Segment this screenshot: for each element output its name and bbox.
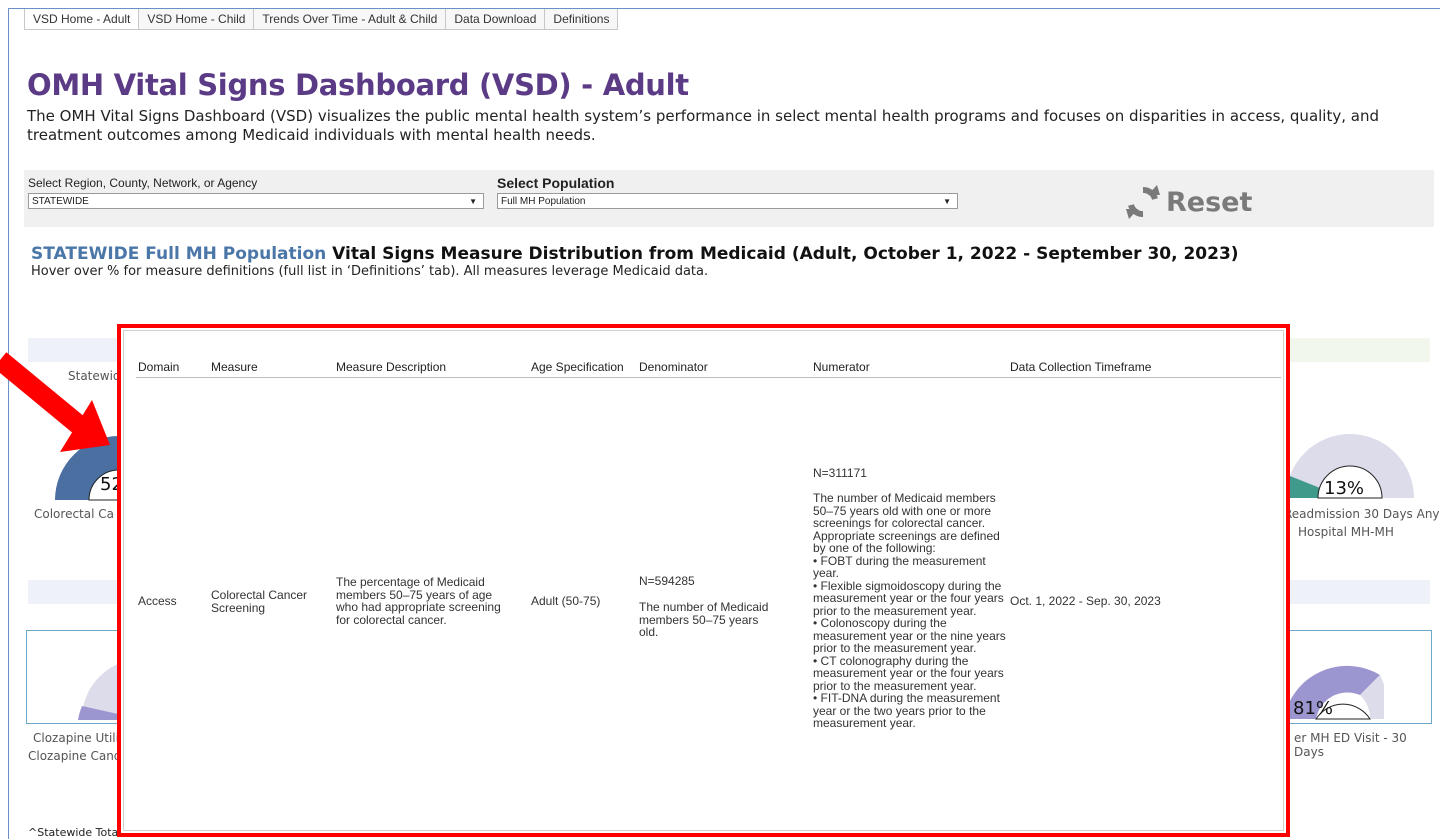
gauge-clozapine-label-2: Clozapine Cand xyxy=(28,749,122,763)
population-select[interactable]: Full MH Population ▼ xyxy=(497,193,958,209)
cell-numerator-n: N=311171 xyxy=(813,466,867,480)
chevron-down-icon: ▼ xyxy=(469,197,477,206)
gauge-readmission-value[interactable]: 13% xyxy=(1324,478,1364,499)
reset-button[interactable]: Reset xyxy=(1124,185,1252,219)
section-title: STATEWIDE Full MH Population Vital Signs… xyxy=(31,244,1239,264)
cell-denominator-text: The number of Medicaid members 50–75 yea… xyxy=(639,600,769,639)
tab-vsd-home-child[interactable]: VSD Home - Child xyxy=(139,9,255,29)
gauge-colorectal-label: Colorectal Ca xyxy=(34,507,114,521)
header-numerator: Numerator xyxy=(813,360,870,374)
measure-definition-tooltip: Domain Measure Measure Description Age S… xyxy=(117,324,1290,837)
tab-trends-over-time[interactable]: Trends Over Time - Adult & Child xyxy=(254,9,447,29)
tab-bar: VSD Home - Adult VSD Home - Child Trends… xyxy=(24,9,619,30)
cell-denominator-n: N=594285 xyxy=(639,574,695,588)
gauge-ed-visit-label: er MH ED Visit - 30 Days xyxy=(1294,731,1407,759)
domain-band-1-right xyxy=(1280,338,1430,362)
region-filter-label: Select Region, County, Network, or Agenc… xyxy=(28,176,258,190)
header-denominator: Denominator xyxy=(639,360,708,374)
cell-domain: Access xyxy=(138,594,177,608)
gauge-clozapine[interactable] xyxy=(78,660,118,722)
gauge-readmission-label-2: Hospital MH-MH xyxy=(1298,525,1394,539)
cell-measure: Colorectal Cancer Screening xyxy=(211,588,308,615)
population-filter-label: Select Population xyxy=(497,175,615,191)
section-title-highlight: STATEWIDE Full MH Population xyxy=(31,244,327,264)
population-select-value: Full MH Population xyxy=(501,196,586,207)
tab-vsd-home-adult[interactable]: VSD Home - Adult xyxy=(24,9,140,29)
header-domain: Domain xyxy=(138,360,180,374)
reset-icon xyxy=(1126,185,1160,219)
section-hint: Hover over % for measure definitions (fu… xyxy=(31,264,709,279)
gauge-clozapine-label-1: Clozapine Utili xyxy=(33,731,119,745)
cell-timeframe: Oct. 1, 2022 - Sep. 30, 2023 xyxy=(1010,594,1161,608)
region-select-value: STATEWIDE xyxy=(32,196,89,207)
header-divider xyxy=(136,377,1281,378)
tooltip-inner: Domain Measure Measure Description Age S… xyxy=(123,330,1284,831)
cell-age-specification: Adult (50-75) xyxy=(531,594,601,608)
tab-definitions[interactable]: Definitions xyxy=(545,9,619,29)
cell-numerator-text: The number of Medicaid members 50–75 yea… xyxy=(813,491,1006,730)
tab-data-download[interactable]: Data Download xyxy=(446,9,546,29)
reset-label: Reset xyxy=(1166,186,1253,218)
header-timeframe: Data Collection Timeframe xyxy=(1010,360,1152,374)
chevron-down-icon: ▼ xyxy=(943,197,951,206)
page-description: The OMH Vital Signs Dashboard (VSD) visu… xyxy=(27,107,1379,144)
section-title-rest: Vital Signs Measure Distribution from Me… xyxy=(326,244,1239,264)
gauge-readmission-label-1: Readmission 30 Days Any xyxy=(1284,507,1440,521)
gauge-ed-visit-value[interactable]: 81% xyxy=(1293,698,1333,719)
page-title: OMH Vital Signs Dashboard (VSD) - Adult xyxy=(27,68,689,102)
header-age-specification: Age Specification xyxy=(531,360,624,374)
annotation-arrow-icon xyxy=(0,352,110,452)
cell-measure-description: The percentage of Medicaid members 50–75… xyxy=(336,575,501,627)
header-measure-description: Measure Description xyxy=(336,360,447,374)
header-measure: Measure xyxy=(211,360,258,374)
footnote: ^Statewide Tota xyxy=(28,826,119,839)
region-select[interactable]: STATEWIDE ▼ xyxy=(28,193,484,209)
